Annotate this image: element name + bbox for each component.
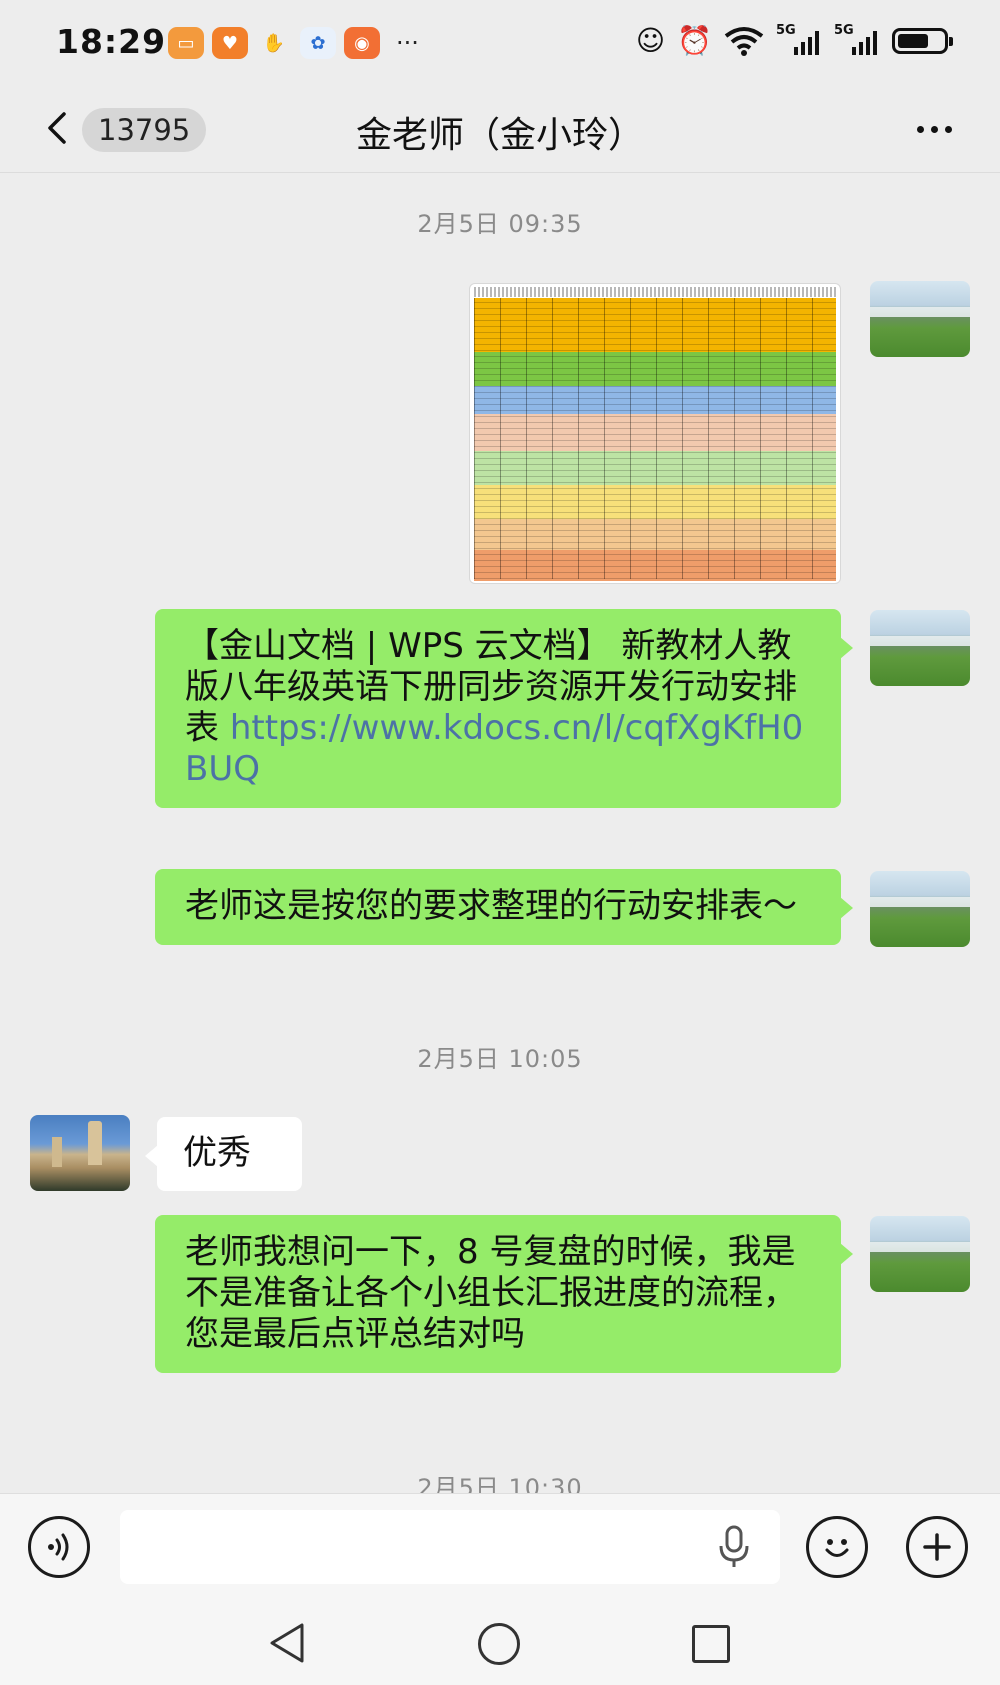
system-nav-bar: [0, 1599, 1000, 1685]
chat-title: 金老师（金小玲）: [355, 115, 644, 156]
nav-back-icon[interactable]: [266, 1621, 308, 1665]
message-bubble-doc-link[interactable]: 【金山文档 | WPS 云文档】 新教材人教版八年级英语下册同步资源开发行动安排…: [155, 609, 853, 808]
message-text: 老师我想问一下，8 号复盘的时候，我是不是准备让各个小组长汇报进度的流程，您是最…: [185, 1232, 797, 1354]
chat-header: 13795 金老师（金小玲）: [0, 90, 1000, 173]
status-time: 18:29: [56, 22, 167, 61]
sheet-grid: [474, 298, 836, 579]
microphone-icon[interactable]: [716, 1524, 752, 1570]
teacher-avatar[interactable]: [30, 1115, 130, 1191]
emoji-button[interactable]: [806, 1516, 868, 1578]
nav-home-icon[interactable]: [478, 1623, 520, 1665]
message-bubble[interactable]: 老师这是按您的要求整理的行动安排表～: [155, 869, 853, 945]
message-text: 老师这是按您的要求整理的行动安排表～: [185, 886, 797, 926]
input-bar: [0, 1493, 1000, 1600]
incoming-message-bubble[interactable]: 优秀: [145, 1117, 302, 1191]
more-notifications-icon: ···: [396, 29, 419, 57]
signal-icon: 5G: [834, 23, 880, 55]
my-avatar[interactable]: [870, 610, 970, 686]
flower-app-icon: ✿: [300, 27, 336, 59]
camera-app-icon: ◉: [344, 27, 380, 59]
message-timestamp: 2月5日 10:05: [417, 1045, 583, 1073]
sheet-header-row: [474, 287, 836, 297]
message-timestamp: 2月5日 09:35: [417, 210, 583, 238]
voice-icon: [48, 1533, 69, 1561]
nav-recents-icon[interactable]: [692, 1625, 730, 1663]
smiley-icon: [825, 1539, 849, 1557]
alarm-icon: ⏰: [677, 24, 712, 57]
signal-label: 5G: [834, 22, 854, 38]
plus-icon: [923, 1533, 951, 1561]
my-avatar[interactable]: [870, 871, 970, 947]
doc-link[interactable]: https://www.kdocs.cn/l/cqfXgKfH0BUQ: [185, 708, 803, 789]
heart-app-icon: ♥: [212, 27, 248, 59]
signal-icon: 5G: [776, 23, 822, 55]
battery-icon: [892, 27, 953, 54]
ai-icon: ☺: [635, 24, 666, 57]
message-input[interactable]: [120, 1510, 780, 1584]
more-options-icon[interactable]: [917, 126, 952, 133]
rect-app-icon: ▭: [168, 27, 204, 59]
my-avatar[interactable]: [870, 1216, 970, 1292]
my-avatar[interactable]: [870, 281, 970, 357]
message-bubble[interactable]: 老师我想问一下，8 号复盘的时候，我是不是准备让各个小组长汇报进度的流程，您是最…: [155, 1215, 853, 1373]
spreadsheet-image-message[interactable]: [469, 283, 841, 584]
more-functions-button[interactable]: [906, 1516, 968, 1578]
hand-app-icon: ✋: [262, 32, 286, 54]
wifi-icon: [724, 26, 764, 56]
status-bar: 18:29 ▭ ♥ ✋ ✿ ◉ ··· ☺ ⏰ 5G 5G: [0, 0, 1000, 90]
signal-label: 5G: [776, 22, 796, 38]
system-icons: ☺ ⏰ 5G 5G: [635, 23, 953, 57]
voice-input-button[interactable]: [28, 1516, 90, 1578]
notification-icons: ▭ ♥ ✋ ✿ ◉ ···: [168, 27, 419, 59]
message-text: 优秀: [183, 1133, 251, 1173]
